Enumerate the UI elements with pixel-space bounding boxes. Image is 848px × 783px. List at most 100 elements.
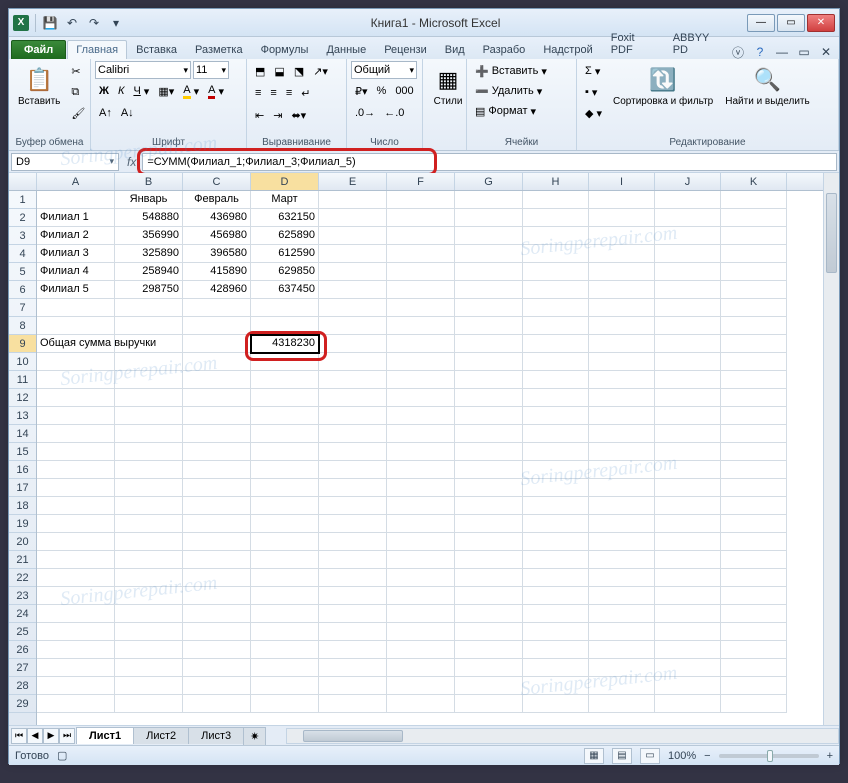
cell[interactable] bbox=[721, 461, 787, 479]
cell[interactable] bbox=[183, 659, 251, 677]
format-cells-button[interactable]: ▤Формат ▾ bbox=[471, 101, 572, 121]
insert-cells-button[interactable]: ➕Вставить ▾ bbox=[471, 61, 572, 81]
doc-restore-icon[interactable]: ▭ bbox=[797, 45, 811, 59]
decrease-decimal-button[interactable]: ←.0 bbox=[380, 103, 408, 123]
cell[interactable] bbox=[37, 191, 115, 209]
cell[interactable]: Филиал 2 bbox=[37, 227, 115, 245]
cell[interactable] bbox=[183, 623, 251, 641]
cell[interactable] bbox=[115, 389, 183, 407]
cell[interactable] bbox=[319, 569, 387, 587]
cell[interactable] bbox=[183, 641, 251, 659]
cell[interactable] bbox=[387, 317, 455, 335]
cell[interactable] bbox=[655, 623, 721, 641]
cell[interactable] bbox=[115, 569, 183, 587]
cell[interactable] bbox=[37, 317, 115, 335]
italic-button[interactable]: К bbox=[114, 81, 128, 101]
cell[interactable] bbox=[183, 569, 251, 587]
cell[interactable] bbox=[589, 389, 655, 407]
cell[interactable] bbox=[37, 461, 115, 479]
cell[interactable] bbox=[387, 461, 455, 479]
cell[interactable] bbox=[115, 695, 183, 713]
cell[interactable] bbox=[523, 623, 589, 641]
cell[interactable] bbox=[319, 497, 387, 515]
cell[interactable] bbox=[183, 551, 251, 569]
col-header-D[interactable]: D bbox=[251, 173, 319, 190]
cell[interactable] bbox=[387, 641, 455, 659]
cell[interactable] bbox=[721, 371, 787, 389]
cell[interactable] bbox=[721, 245, 787, 263]
cell[interactable] bbox=[721, 497, 787, 515]
cell[interactable] bbox=[589, 299, 655, 317]
sheet-first-icon[interactable]: ⏮ bbox=[11, 728, 27, 744]
cell[interactable] bbox=[589, 515, 655, 533]
cell[interactable] bbox=[115, 587, 183, 605]
doc-minimize-icon[interactable]: — bbox=[775, 45, 789, 59]
cell[interactable] bbox=[455, 425, 523, 443]
cell[interactable] bbox=[523, 515, 589, 533]
cell[interactable] bbox=[115, 407, 183, 425]
currency-button[interactable]: ₽▾ bbox=[351, 81, 372, 101]
cell[interactable] bbox=[319, 623, 387, 641]
cell[interactable] bbox=[721, 335, 787, 353]
cell[interactable] bbox=[523, 641, 589, 659]
bold-button[interactable]: Ж bbox=[95, 81, 113, 101]
cell[interactable] bbox=[655, 335, 721, 353]
cells[interactable]: ЯнварьФевральМартФилиал 1548880436980632… bbox=[37, 191, 823, 725]
cell[interactable]: 625890 bbox=[251, 227, 319, 245]
cell[interactable] bbox=[115, 605, 183, 623]
cell[interactable] bbox=[251, 317, 319, 335]
cell[interactable] bbox=[115, 317, 183, 335]
cell[interactable] bbox=[387, 515, 455, 533]
paste-button[interactable]: 📋 Вставить bbox=[13, 61, 65, 135]
row-header-1[interactable]: 1 bbox=[9, 191, 36, 209]
cell[interactable] bbox=[37, 443, 115, 461]
cell[interactable] bbox=[655, 389, 721, 407]
cell[interactable] bbox=[655, 245, 721, 263]
cell[interactable] bbox=[251, 389, 319, 407]
cell[interactable] bbox=[523, 443, 589, 461]
tab-home[interactable]: Главная bbox=[67, 40, 127, 59]
cell[interactable] bbox=[655, 317, 721, 335]
row-header-12[interactable]: 12 bbox=[9, 389, 36, 407]
comma-button[interactable]: 000 bbox=[391, 81, 417, 101]
align-top-button[interactable]: ⬒ bbox=[251, 61, 269, 81]
row-header-4[interactable]: 4 bbox=[9, 245, 36, 263]
col-header-B[interactable]: B bbox=[115, 173, 183, 190]
tab-insert[interactable]: Вставка bbox=[127, 40, 186, 59]
cell[interactable] bbox=[589, 263, 655, 281]
cell[interactable] bbox=[721, 263, 787, 281]
cell[interactable] bbox=[721, 407, 787, 425]
cell[interactable] bbox=[387, 533, 455, 551]
cell[interactable] bbox=[251, 551, 319, 569]
cell[interactable] bbox=[455, 479, 523, 497]
cell[interactable] bbox=[523, 425, 589, 443]
cell[interactable] bbox=[183, 479, 251, 497]
cell[interactable] bbox=[589, 623, 655, 641]
tab-view[interactable]: Вид bbox=[436, 40, 474, 59]
cell[interactable] bbox=[589, 587, 655, 605]
cell[interactable] bbox=[455, 461, 523, 479]
cell[interactable] bbox=[251, 497, 319, 515]
cell[interactable] bbox=[655, 209, 721, 227]
cell[interactable] bbox=[183, 443, 251, 461]
cell[interactable] bbox=[319, 407, 387, 425]
cell[interactable] bbox=[115, 425, 183, 443]
cell[interactable] bbox=[319, 587, 387, 605]
cell[interactable] bbox=[455, 371, 523, 389]
col-header-J[interactable]: J bbox=[655, 173, 721, 190]
cell[interactable] bbox=[655, 263, 721, 281]
row-header-29[interactable]: 29 bbox=[9, 695, 36, 713]
col-header-G[interactable]: G bbox=[455, 173, 523, 190]
cell[interactable] bbox=[387, 605, 455, 623]
cell[interactable] bbox=[387, 353, 455, 371]
row-header-27[interactable]: 27 bbox=[9, 659, 36, 677]
row-header-15[interactable]: 15 bbox=[9, 443, 36, 461]
cell[interactable] bbox=[523, 209, 589, 227]
cell[interactable] bbox=[589, 227, 655, 245]
delete-cells-button[interactable]: ➖Удалить ▾ bbox=[471, 81, 572, 101]
page-layout-view-button[interactable]: ▤ bbox=[612, 748, 632, 764]
cell[interactable]: 548880 bbox=[115, 209, 183, 227]
cell[interactable] bbox=[115, 641, 183, 659]
cell[interactable] bbox=[455, 245, 523, 263]
cell[interactable] bbox=[115, 353, 183, 371]
